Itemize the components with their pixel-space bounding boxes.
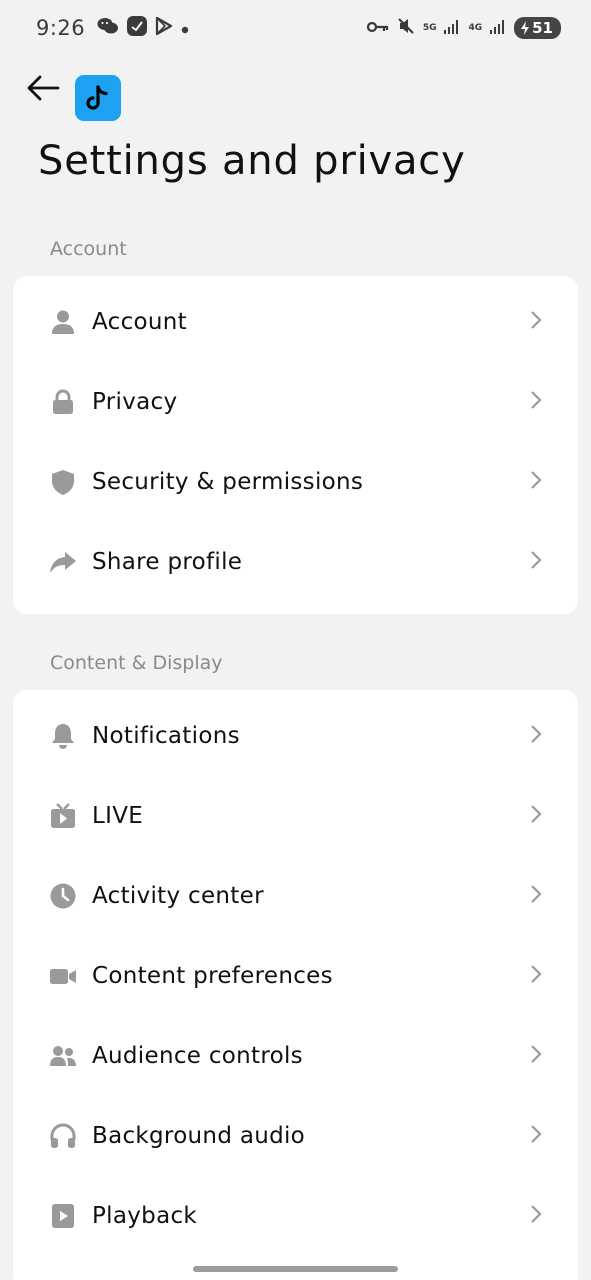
status-time: 9:26 — [36, 16, 86, 40]
settings-row-label: Notifications — [92, 723, 240, 749]
settings-row-content-preferences[interactable]: Content preferences — [13, 936, 578, 1016]
section-label-content-display: Content & Display — [50, 652, 223, 674]
network-5g-label: 5G — [422, 22, 437, 33]
settings-row-security-permissions[interactable]: Security & permissions — [13, 442, 578, 522]
settings-row-label: Audience controls — [92, 1043, 303, 1069]
video-camera-icon — [49, 962, 77, 990]
account-settings-card: Account Privacy Security & permissions S… — [13, 276, 578, 614]
chevron-right-icon — [528, 963, 544, 989]
settings-screen: 9:26 5G 4G 51 Settings and privacy Accou… — [0, 0, 591, 1280]
chevron-right-icon — [528, 549, 544, 575]
signal-icon — [490, 19, 506, 38]
live-tv-icon — [49, 802, 77, 830]
settings-row-live[interactable]: LIVE — [13, 776, 578, 856]
headphones-icon — [49, 1122, 77, 1150]
settings-row-label: Security & permissions — [92, 469, 364, 495]
signal-icon — [444, 19, 460, 38]
settings-row-label: Background audio — [92, 1123, 306, 1149]
app-badge-icon — [127, 16, 148, 40]
app-logo — [75, 75, 121, 121]
settings-row-share-profile[interactable]: Share profile — [13, 522, 578, 602]
back-button[interactable] — [24, 70, 64, 106]
chevron-right-icon — [528, 469, 544, 495]
settings-row-label: Playback — [92, 1203, 198, 1229]
lock-icon — [49, 388, 77, 416]
person-icon — [49, 308, 77, 336]
battery-indicator: 51 — [514, 17, 561, 39]
home-indicator[interactable] — [193, 1266, 398, 1272]
content-display-card: Notifications LIVE Activity center Conte… — [13, 690, 578, 1280]
settings-row-label: Activity center — [92, 883, 264, 909]
chevron-right-icon — [528, 1123, 544, 1149]
tiktok-logo-icon — [86, 85, 108, 110]
section-label-account: Account — [50, 238, 127, 260]
settings-row-activity-center[interactable]: Activity center — [13, 856, 578, 936]
battery-level: 51 — [532, 19, 553, 37]
back-arrow-icon — [27, 75, 60, 101]
battery-charging-icon — [521, 21, 530, 35]
play-store-icon — [155, 16, 173, 40]
chevron-right-icon — [528, 723, 544, 749]
status-bar: 9:26 5G 4G 51 — [0, 0, 591, 56]
settings-row-account[interactable]: Account — [13, 282, 578, 362]
clock-icon — [49, 882, 77, 910]
settings-row-label: Share profile — [92, 549, 243, 575]
settings-row-privacy[interactable]: Privacy — [13, 362, 578, 442]
bell-icon — [49, 722, 77, 750]
chevron-right-icon — [528, 389, 544, 415]
chevron-right-icon — [528, 1043, 544, 1069]
chevron-right-icon — [528, 803, 544, 829]
share-arrow-icon — [49, 548, 77, 576]
people-icon — [49, 1042, 77, 1070]
dot-icon — [181, 19, 189, 38]
page-title: Settings and privacy — [38, 138, 466, 184]
settings-row-label: Account — [92, 309, 187, 335]
chevron-right-icon — [528, 883, 544, 909]
system-status-icons: 5G 4G 51 — [366, 17, 561, 39]
shield-icon — [49, 468, 77, 496]
notification-icons — [97, 16, 189, 40]
settings-row-background-audio[interactable]: Background audio — [13, 1096, 578, 1176]
settings-row-label: Content preferences — [92, 963, 333, 989]
settings-row-audience-controls[interactable]: Audience controls — [13, 1016, 578, 1096]
chevron-right-icon — [528, 1203, 544, 1229]
play-icon — [49, 1202, 77, 1230]
settings-row-notifications[interactable]: Notifications — [13, 696, 578, 776]
mute-icon — [397, 17, 415, 39]
settings-row-label: LIVE — [92, 803, 144, 829]
key-icon — [366, 19, 389, 38]
settings-row-label: Privacy — [92, 389, 178, 415]
wechat-icon — [97, 17, 119, 39]
network-4g-label: 4G — [468, 22, 483, 33]
settings-row-playback[interactable]: Playback — [13, 1176, 578, 1256]
chevron-right-icon — [528, 309, 544, 335]
